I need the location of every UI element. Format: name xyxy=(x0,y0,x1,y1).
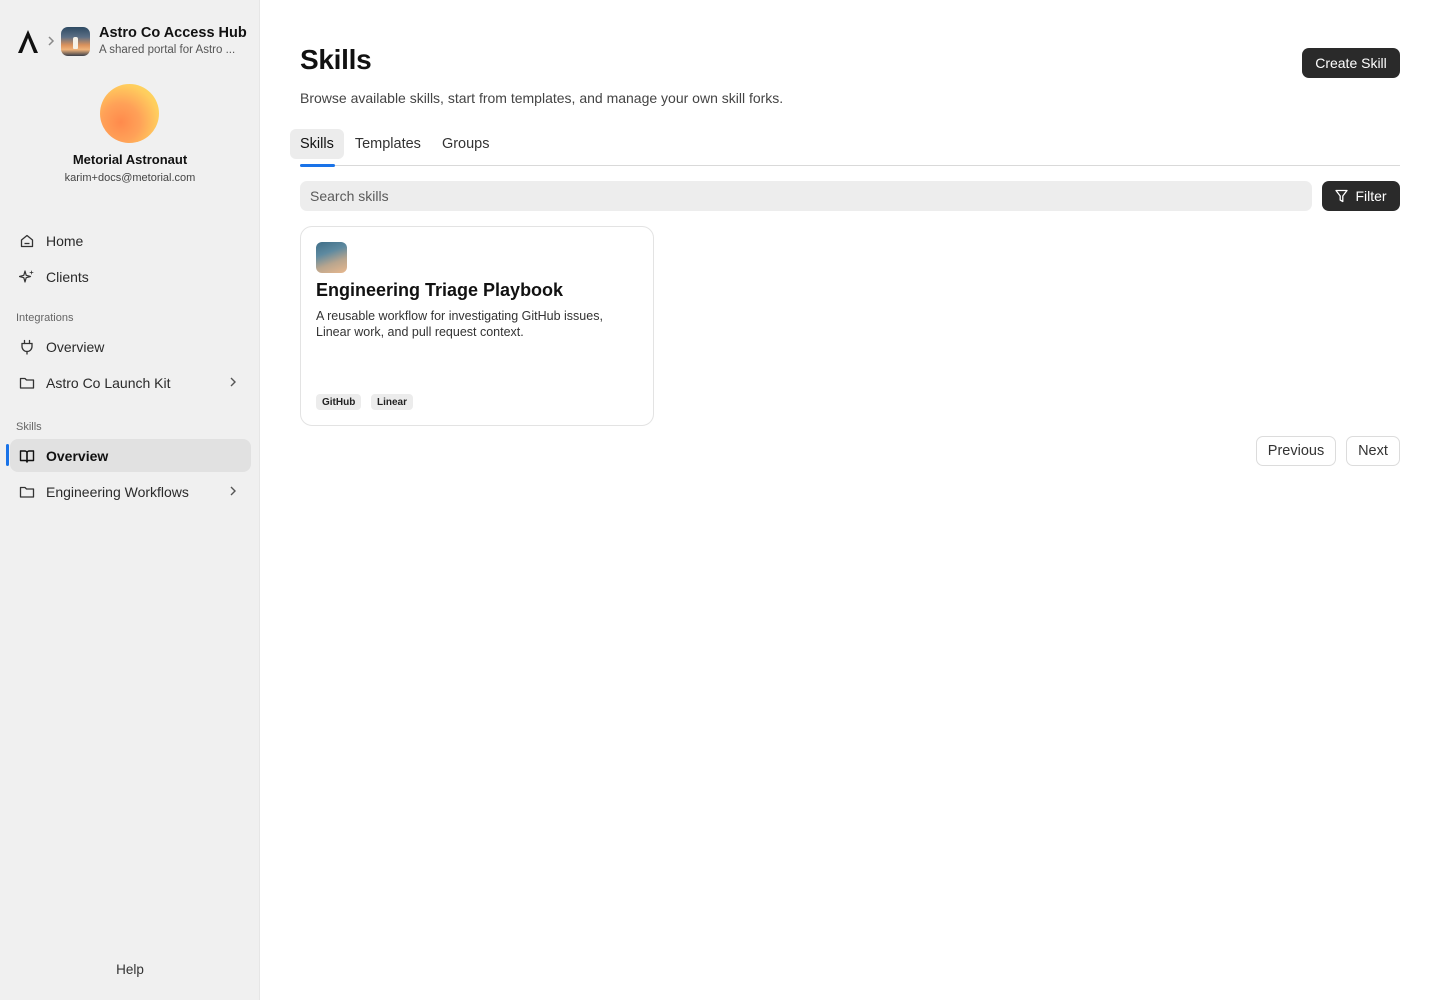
section-label-skills: Skills xyxy=(16,421,42,433)
page-title: Skills xyxy=(300,44,372,75)
user-email: karim+docs@metorial.com xyxy=(64,172,196,184)
sidebar-item-label: Engineering Workflows xyxy=(46,483,189,500)
page-description: Browse available skills, start from temp… xyxy=(300,90,784,106)
next-page-button[interactable]: Next xyxy=(1346,436,1400,466)
portal-title: Astro Co Access Hub xyxy=(99,25,247,41)
search-input[interactable] xyxy=(300,181,1312,211)
skill-title: Engineering Triage Playbook xyxy=(316,280,564,300)
tab-templates[interactable]: Templates xyxy=(345,129,431,159)
plug-icon xyxy=(18,338,36,356)
sidebar-item-label: Home xyxy=(46,232,84,249)
active-tab-indicator xyxy=(300,164,335,167)
folder-icon xyxy=(18,483,36,501)
tag-badge: Linear xyxy=(371,394,414,410)
skill-thumbnail xyxy=(316,242,347,273)
filter-button[interactable]: Filter xyxy=(1322,181,1400,211)
sidebar-item-label: Clients xyxy=(46,268,89,285)
sidebar-item-label: Overview xyxy=(46,338,105,355)
sidebar-item-clients[interactable]: Clients xyxy=(10,260,251,293)
home-icon xyxy=(18,232,36,250)
chevron-right-icon[interactable] xyxy=(229,484,237,503)
create-skill-button[interactable]: Create Skill xyxy=(1302,48,1400,78)
chevron-right-icon xyxy=(47,34,55,49)
portal-info[interactable]: Astro Co Access Hub A shared portal for … xyxy=(99,24,247,58)
user-name: Metorial Astronaut xyxy=(72,152,188,167)
sidebar-item-skills-overview[interactable]: Overview xyxy=(10,439,251,472)
sidebar: Astro Co Access Hub A shared portal for … xyxy=(0,0,260,1000)
chevron-right-icon[interactable] xyxy=(229,375,237,394)
portal-header: Astro Co Access Hub A shared portal for … xyxy=(16,24,252,58)
tabs: Skills Templates Groups xyxy=(290,129,501,159)
portal-image[interactable] xyxy=(61,26,90,56)
metorial-logo-icon[interactable] xyxy=(16,27,40,55)
filter-icon xyxy=(1335,189,1349,203)
section-label-integrations: Integrations xyxy=(16,312,74,324)
avatar[interactable] xyxy=(100,84,159,143)
sidebar-item-astro-co-launch-kit[interactable]: Astro Co Launch Kit xyxy=(10,366,251,399)
sidebar-item-engineering-workflows[interactable]: Engineering Workflows xyxy=(10,475,251,508)
sidebar-item-home[interactable]: Home xyxy=(10,224,251,257)
tag-badge: GitHub xyxy=(316,394,362,410)
tab-skills[interactable]: Skills xyxy=(290,129,344,159)
book-open-icon xyxy=(18,447,36,465)
active-indicator xyxy=(6,444,9,466)
sparkles-icon xyxy=(18,268,36,286)
tabs-divider xyxy=(300,165,1400,166)
help-link[interactable]: Help xyxy=(0,962,260,977)
portal-subtitle: A shared portal for Astro ... xyxy=(99,44,236,56)
sidebar-item-label: Astro Co Launch Kit xyxy=(46,374,171,391)
filter-label: Filter xyxy=(1355,188,1387,204)
skill-description: A reusable workflow for investigating Gi… xyxy=(316,309,603,339)
skill-card[interactable]: Engineering Triage Playbook A reusable w… xyxy=(300,226,654,426)
tab-groups[interactable]: Groups xyxy=(432,129,500,159)
sidebar-item-integrations-overview[interactable]: Overview xyxy=(10,330,251,363)
folder-icon xyxy=(18,374,36,392)
sidebar-item-label: Overview xyxy=(46,447,109,464)
previous-page-button[interactable]: Previous xyxy=(1256,436,1336,466)
